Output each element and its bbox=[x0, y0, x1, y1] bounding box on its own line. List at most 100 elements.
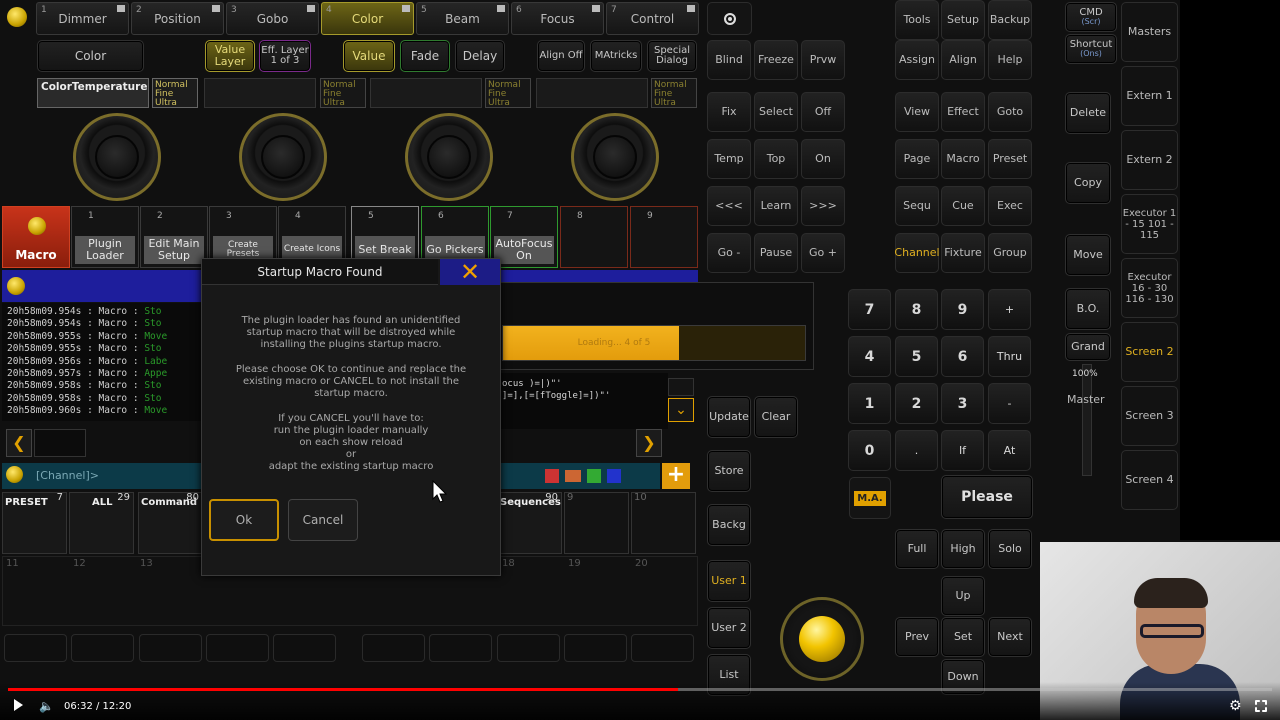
volume-icon[interactable]: 🔈 bbox=[39, 699, 54, 713]
key-tools[interactable]: Tools bbox=[895, 0, 939, 40]
numpad-key-sym13[interactable]: . bbox=[895, 430, 938, 471]
xkey-8[interactable] bbox=[497, 634, 560, 662]
key-preset[interactable]: Preset bbox=[988, 139, 1032, 179]
numpad-key-2[interactable]: 2 bbox=[895, 383, 938, 424]
xkey-7[interactable] bbox=[429, 634, 492, 662]
clear-button[interactable]: Clear bbox=[754, 396, 798, 438]
pool-tools-icons[interactable] bbox=[545, 465, 655, 487]
settings-icon[interactable]: ⚙ bbox=[1229, 698, 1242, 714]
numpad-key-9[interactable]: 9 bbox=[941, 289, 984, 330]
key-blind[interactable]: Blind bbox=[707, 40, 751, 80]
encoder-knob-1[interactable] bbox=[73, 113, 161, 201]
macro-pool-header[interactable]: Macro bbox=[2, 206, 70, 268]
resolution-toggle-1[interactable]: Normal Fine Ultra bbox=[152, 78, 198, 108]
key-exec[interactable]: Exec bbox=[988, 186, 1032, 226]
high-button[interactable]: High bbox=[941, 529, 985, 569]
scroll-down-button[interactable]: ⌄ bbox=[668, 398, 694, 422]
full-button[interactable]: Full bbox=[895, 529, 939, 569]
prev-button[interactable]: Prev bbox=[895, 617, 939, 657]
up-button[interactable]: Up bbox=[941, 576, 985, 616]
user2-button[interactable]: User 2 bbox=[707, 607, 751, 649]
record-dot-button[interactable] bbox=[707, 2, 752, 35]
xkey-10[interactable] bbox=[631, 634, 694, 662]
key-channel[interactable]: Channel bbox=[894, 233, 940, 273]
side-screen2[interactable]: Screen 2 bbox=[1121, 322, 1178, 382]
numpad-key-1[interactable]: 1 bbox=[848, 383, 891, 424]
app-indicator-icon[interactable] bbox=[7, 7, 27, 27]
bo-button[interactable]: B.O. bbox=[1065, 288, 1111, 330]
ma-button[interactable]: M.A. bbox=[849, 477, 891, 519]
update-button[interactable]: Update bbox=[707, 396, 751, 438]
key-select[interactable]: Select bbox=[754, 92, 798, 132]
key-prvw[interactable]: Prvw bbox=[801, 40, 845, 80]
special-dialog-button[interactable]: Special Dialog bbox=[647, 40, 697, 72]
side-screen3[interactable]: Screen 3 bbox=[1121, 386, 1178, 446]
next-button[interactable]: Next bbox=[988, 617, 1032, 657]
numpad-key-6[interactable]: 6 bbox=[941, 336, 984, 377]
value-layer-button[interactable]: Value Layer bbox=[205, 40, 255, 72]
matricks-button[interactable]: MAtricks bbox=[590, 40, 642, 72]
side-executor1[interactable]: Executor 1 - 15 101 - 115 bbox=[1121, 194, 1178, 254]
preset-tab-color[interactable]: 4 Color bbox=[321, 2, 414, 35]
pool-all[interactable]: ALL 29 bbox=[69, 492, 134, 554]
numpad-key-5[interactable]: 5 bbox=[895, 336, 938, 377]
add-icon[interactable]: + bbox=[662, 463, 690, 489]
scroll-up-button[interactable] bbox=[668, 378, 694, 396]
preset-tab-dimmer[interactable]: 1 Dimmer bbox=[36, 2, 129, 35]
pool-empty-10[interactable]: 10 bbox=[631, 492, 696, 554]
encoder-knob-2[interactable] bbox=[239, 113, 327, 201]
numpad-key-sym3[interactable]: + bbox=[988, 289, 1031, 330]
key-macro[interactable]: Macro bbox=[941, 139, 985, 179]
macro-slot-2[interactable]: 2 Edit Main Setup bbox=[140, 206, 208, 268]
key-page[interactable]: Page bbox=[895, 139, 939, 179]
preset-tab-focus[interactable]: 6 Focus bbox=[511, 2, 604, 35]
key-sequ[interactable]: Sequ bbox=[895, 186, 939, 226]
pool-command[interactable]: Command 80 bbox=[138, 492, 203, 554]
xkey-4[interactable] bbox=[206, 634, 269, 662]
cmd-button[interactable]: CMD (Scr) bbox=[1065, 2, 1117, 32]
key-group[interactable]: Group bbox=[988, 233, 1032, 273]
progress-bar-track[interactable] bbox=[8, 688, 1272, 691]
fade-button[interactable]: Fade bbox=[400, 40, 450, 72]
numpad-key-sym11[interactable]: - bbox=[988, 383, 1031, 424]
trackball[interactable] bbox=[780, 597, 864, 681]
numpad-key-8[interactable]: 8 bbox=[895, 289, 938, 330]
side-executor2[interactable]: Executor 16 - 30 116 - 130 bbox=[1121, 258, 1178, 318]
key-go-[interactable]: Go - bbox=[707, 233, 751, 273]
play-icon[interactable] bbox=[14, 699, 23, 711]
side-extern1[interactable]: Extern 1 bbox=[1121, 66, 1178, 126]
numpad-key-3[interactable]: 3 bbox=[941, 383, 984, 424]
numpad-key-4[interactable]: 4 bbox=[848, 336, 891, 377]
delay-button[interactable]: Delay bbox=[455, 40, 505, 72]
key-setup[interactable]: Setup bbox=[941, 0, 985, 40]
encoder-attribute-label[interactable]: ColorTemperature bbox=[37, 78, 149, 108]
set-button[interactable]: Set bbox=[941, 617, 985, 657]
pool-sequences[interactable]: Sequences 90 bbox=[497, 492, 562, 554]
numpad-key-7[interactable]: 7 bbox=[848, 289, 891, 330]
please-button[interactable]: Please bbox=[941, 475, 1033, 519]
key-fixture[interactable]: Fixture bbox=[941, 233, 985, 273]
resolution-toggle-3[interactable]: Normal Fine Ultra bbox=[485, 78, 531, 108]
preset-tab-gobo[interactable]: 3 Gobo bbox=[226, 2, 319, 35]
xkey-3[interactable] bbox=[139, 634, 202, 662]
key-fix[interactable]: Fix bbox=[707, 92, 751, 132]
macro-slot-8[interactable]: 8 bbox=[560, 206, 628, 268]
key-go-[interactable]: Go + bbox=[801, 233, 845, 273]
xkey-5[interactable] bbox=[273, 634, 336, 662]
pool-preset[interactable]: PRESET 7 bbox=[2, 492, 67, 554]
key-learn[interactable]: Learn bbox=[754, 186, 798, 226]
xkey-6[interactable] bbox=[362, 634, 425, 662]
solo-button[interactable]: Solo bbox=[988, 529, 1032, 569]
backg-button[interactable]: Backg bbox=[707, 504, 751, 546]
key--[interactable]: <<< bbox=[707, 186, 751, 226]
numpad-key-at[interactable]: At bbox=[988, 430, 1031, 471]
key-pause[interactable]: Pause bbox=[754, 233, 798, 273]
eff-layer-button[interactable]: Eff. Layer 1 of 3 bbox=[259, 40, 311, 72]
encoder-knob-3[interactable] bbox=[405, 113, 493, 201]
encoder-4-label[interactable] bbox=[536, 78, 648, 108]
numpad-key-0[interactable]: 0 bbox=[848, 430, 891, 471]
xkey-9[interactable] bbox=[564, 634, 627, 662]
grand-button[interactable]: Grand bbox=[1065, 333, 1111, 361]
key-assign[interactable]: Assign bbox=[895, 40, 939, 80]
resolution-toggle-2[interactable]: Normal Fine Ultra bbox=[320, 78, 366, 108]
